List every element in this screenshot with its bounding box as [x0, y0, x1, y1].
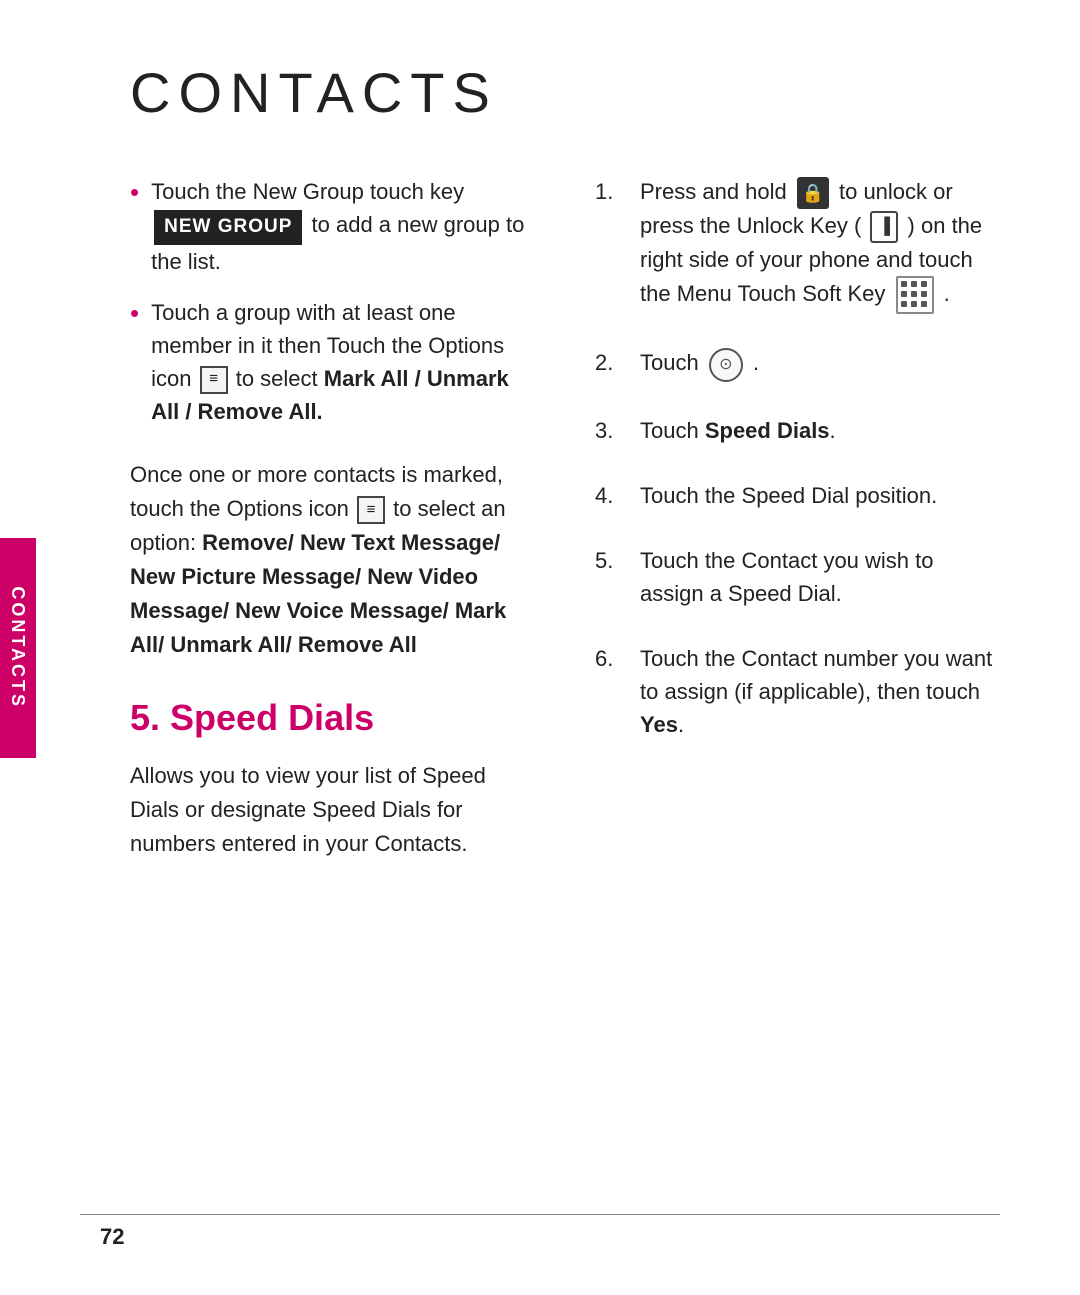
step-3-bold: Speed Dials: [705, 418, 830, 443]
step-2-number: 2.: [595, 346, 640, 379]
touch-icon: ⊙: [709, 348, 743, 382]
step-5: 5. Touch the Contact you wish to assign …: [595, 544, 1000, 610]
step-4: 4. Touch the Speed Dial position.: [595, 479, 1000, 512]
options-icon-1: ≡: [200, 366, 228, 394]
bullet-dot-2: •: [130, 294, 139, 333]
bullet-item-2: • Touch a group with at least one member…: [130, 296, 535, 428]
step-3-number: 3.: [595, 414, 640, 447]
page-number: 72: [100, 1224, 124, 1250]
speed-dials-heading: 5. Speed Dials: [130, 697, 535, 739]
new-group-badge: NEW GROUP: [154, 210, 302, 245]
right-column: 1. Press and hold 🔒 to unlock or press t…: [595, 175, 1000, 861]
once-section: Once one or more contacts is marked, tou…: [130, 458, 535, 663]
step-5-number: 5.: [595, 544, 640, 577]
step-2: 2. Touch ⊙ .: [595, 346, 1000, 381]
bullet-item-1: • Touch the New Group touch key NEW GROU…: [130, 175, 535, 278]
step-2-content: Touch ⊙ .: [640, 346, 1000, 381]
bullet-text-2: Touch a group with at least one member i…: [151, 296, 535, 428]
step-3: 3. Touch Speed Dials.: [595, 414, 1000, 447]
step-6-number: 6.: [595, 642, 640, 675]
page-divider: [80, 1214, 1000, 1215]
step-6-content: Touch the Contact number you want to ass…: [640, 642, 1000, 741]
step-4-number: 4.: [595, 479, 640, 512]
options-icon-2: ≡: [357, 496, 385, 524]
speed-dials-desc: Allows you to view your list of Speed Di…: [130, 759, 535, 861]
bullet-text-1: Touch the New Group touch key NEW GROUP …: [151, 175, 535, 278]
options-list: Remove/ New Text Message/ New Picture Me…: [130, 530, 506, 657]
step-5-content: Touch the Contact you wish to assign a S…: [640, 544, 1000, 610]
page-container: CONTACTS • Touch the New Group touch key…: [0, 0, 1080, 1295]
content-area: • Touch the New Group touch key NEW GROU…: [130, 175, 1000, 861]
step-6: 6. Touch the Contact number you want to …: [595, 642, 1000, 741]
lock-icon: 🔒: [797, 177, 829, 209]
bullet1-text-before: Touch the New Group touch key: [151, 179, 464, 204]
left-column: • Touch the New Group touch key NEW GROU…: [130, 175, 535, 861]
unlock-key-icon: ▐: [870, 211, 898, 243]
step-1: 1. Press and hold 🔒 to unlock or press t…: [595, 175, 1000, 314]
step-4-content: Touch the Speed Dial position.: [640, 479, 1000, 512]
menu-soft-key-icon: [896, 276, 934, 314]
step-6-yes: Yes: [640, 712, 678, 737]
bullet-section: • Touch the New Group touch key NEW GROU…: [130, 175, 535, 428]
step-1-content: Press and hold 🔒 to unlock or press the …: [640, 175, 1000, 314]
bullet-dot-1: •: [130, 173, 139, 212]
page-title: CONTACTS: [130, 60, 1000, 125]
step-1-number: 1.: [595, 175, 640, 208]
step-3-content: Touch Speed Dials.: [640, 414, 1000, 447]
